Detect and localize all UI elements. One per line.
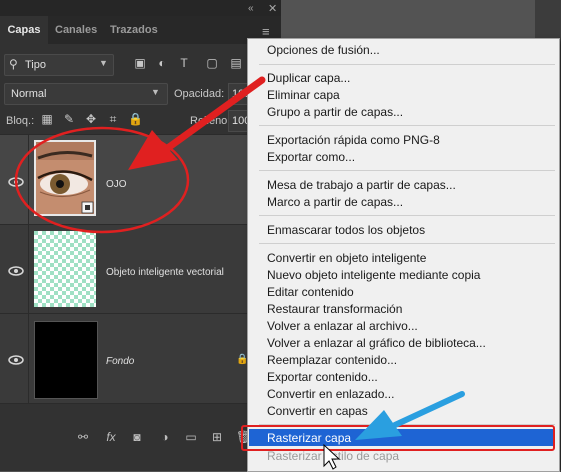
layer-filter-select[interactable]: ⚲ Tipo ▼ (4, 54, 114, 76)
layer-row[interactable]: OJO (0, 134, 281, 225)
menu-item-export-as[interactable]: Exportar como... (267, 150, 355, 164)
layer-name: Objeto inteligente vectorial (106, 267, 224, 278)
menu-item-reset-transform[interactable]: Restaurar transformación (267, 302, 402, 316)
menu-separator (259, 64, 555, 65)
fill-label: Relleno: (190, 115, 231, 127)
layer-name: Fondo (106, 356, 135, 367)
collapse-panel-icon[interactable]: « (248, 3, 253, 14)
visibility-eye-icon[interactable] (8, 176, 24, 188)
lock-image-icon[interactable]: ✎ (62, 112, 76, 126)
visibility-eye-icon[interactable] (8, 354, 24, 366)
menu-item-group-from-layers[interactable]: Grupo a partir de capas... (267, 105, 403, 119)
annotation-highlight-box (241, 425, 555, 451)
adjustment-layer-icon[interactable]: ◑ (158, 430, 172, 444)
shape-filter-icon[interactable]: ▢ (206, 57, 218, 69)
layer-thumbnail-transparent (34, 231, 96, 307)
menu-item-blending-options[interactable]: Opciones de fusión... (267, 43, 380, 57)
chevron-down-icon: ▼ (99, 58, 108, 68)
lock-position-icon[interactable]: ✥ (84, 112, 98, 126)
menu-item-convert-smart-object[interactable]: Convertir en objeto inteligente (267, 251, 426, 265)
menu-item-replace-contents[interactable]: Reemplazar contenido... (267, 353, 397, 367)
opacity-label: Opacidad: (174, 88, 225, 100)
panel-title-bar (0, 0, 281, 16)
layer-thumbnail-black (34, 321, 98, 399)
menu-item-quick-export[interactable]: Exportación rápida como PNG-8 (267, 133, 440, 147)
blend-mode-select[interactable]: Normal ▼ (4, 83, 168, 105)
lock-transparency-icon[interactable]: ▦ (40, 112, 54, 126)
divider (28, 314, 29, 403)
menu-item-artboard-from-layers[interactable]: Mesa de trabajo a partir de capas... (267, 178, 456, 192)
menu-item-edit-contents[interactable]: Editar contenido (267, 285, 354, 299)
link-layers-icon[interactable]: ⚯ (76, 430, 90, 444)
search-icon: ⚲ (9, 57, 18, 71)
blend-mode-value: Normal (11, 88, 47, 100)
adjustment-filter-icon[interactable]: ◐ (156, 57, 168, 69)
fx-icon[interactable]: fx (104, 430, 118, 444)
type-filter-icon[interactable]: T (178, 57, 190, 69)
menu-item-convert-to-linked[interactable]: Convertir en enlazado... (267, 387, 394, 401)
menu-item-frame-from-layers[interactable]: Marco a partir de capas... (267, 195, 403, 209)
layer-name: OJO (106, 179, 127, 190)
menu-separator (259, 215, 555, 216)
menu-separator (259, 243, 555, 244)
panel-menu-icon[interactable]: ≡ (262, 24, 270, 39)
divider (28, 225, 29, 314)
close-panel-icon[interactable]: ✕ (268, 2, 277, 15)
layer-thumbnail-eye-photo (34, 140, 96, 216)
menu-item-convert-to-layers[interactable]: Convertir en capas (267, 404, 368, 418)
visibility-eye-icon[interactable] (8, 265, 24, 277)
lock-label: Bloq.: (6, 115, 35, 127)
menu-item-duplicate-layer[interactable]: Duplicar capa... (267, 71, 350, 85)
tab-trazados[interactable]: Trazados (110, 16, 158, 44)
divider (28, 135, 29, 225)
menu-item-mask-all-objects[interactable]: Enmascarar todos los objetos (267, 223, 425, 237)
lock-all-icon[interactable]: 🔒 (128, 112, 143, 126)
layer-row[interactable]: Objeto inteligente vectorial (0, 224, 281, 314)
menu-separator (259, 125, 555, 126)
menu-item-relink-to-library[interactable]: Volver a enlazar al gráfico de bibliotec… (267, 336, 486, 350)
lock-artboard-icon[interactable]: ⌗ (106, 112, 120, 126)
tab-capas[interactable]: Capas (0, 16, 48, 44)
new-group-icon[interactable]: ▭ (184, 430, 198, 444)
layer-row[interactable]: Fondo 🔒 (0, 313, 281, 403)
menu-item-rasterize-layer-style: Rasterizar estilo de capa (267, 449, 400, 463)
menu-item-delete-layer[interactable]: Eliminar capa (267, 88, 340, 102)
smart-object-filter-icon[interactable]: ▤ (230, 57, 242, 69)
chevron-down-icon: ▼ (151, 87, 160, 97)
menu-item-export-contents[interactable]: Exportar contenido... (267, 370, 378, 384)
menu-separator (259, 170, 555, 171)
image-filter-icon[interactable]: ▣ (134, 57, 146, 69)
tab-canales[interactable]: Canales (55, 16, 97, 44)
add-mask-icon[interactable]: ◙ (130, 430, 144, 444)
filter-type-label: Tipo (25, 59, 46, 71)
menu-item-relink-to-file[interactable]: Volver a enlazar al archivo... (267, 319, 418, 333)
menu-item-new-smart-object-via-copy[interactable]: Nuevo objeto inteligente mediante copia (267, 268, 480, 282)
new-layer-icon[interactable]: ⊞ (210, 430, 224, 444)
